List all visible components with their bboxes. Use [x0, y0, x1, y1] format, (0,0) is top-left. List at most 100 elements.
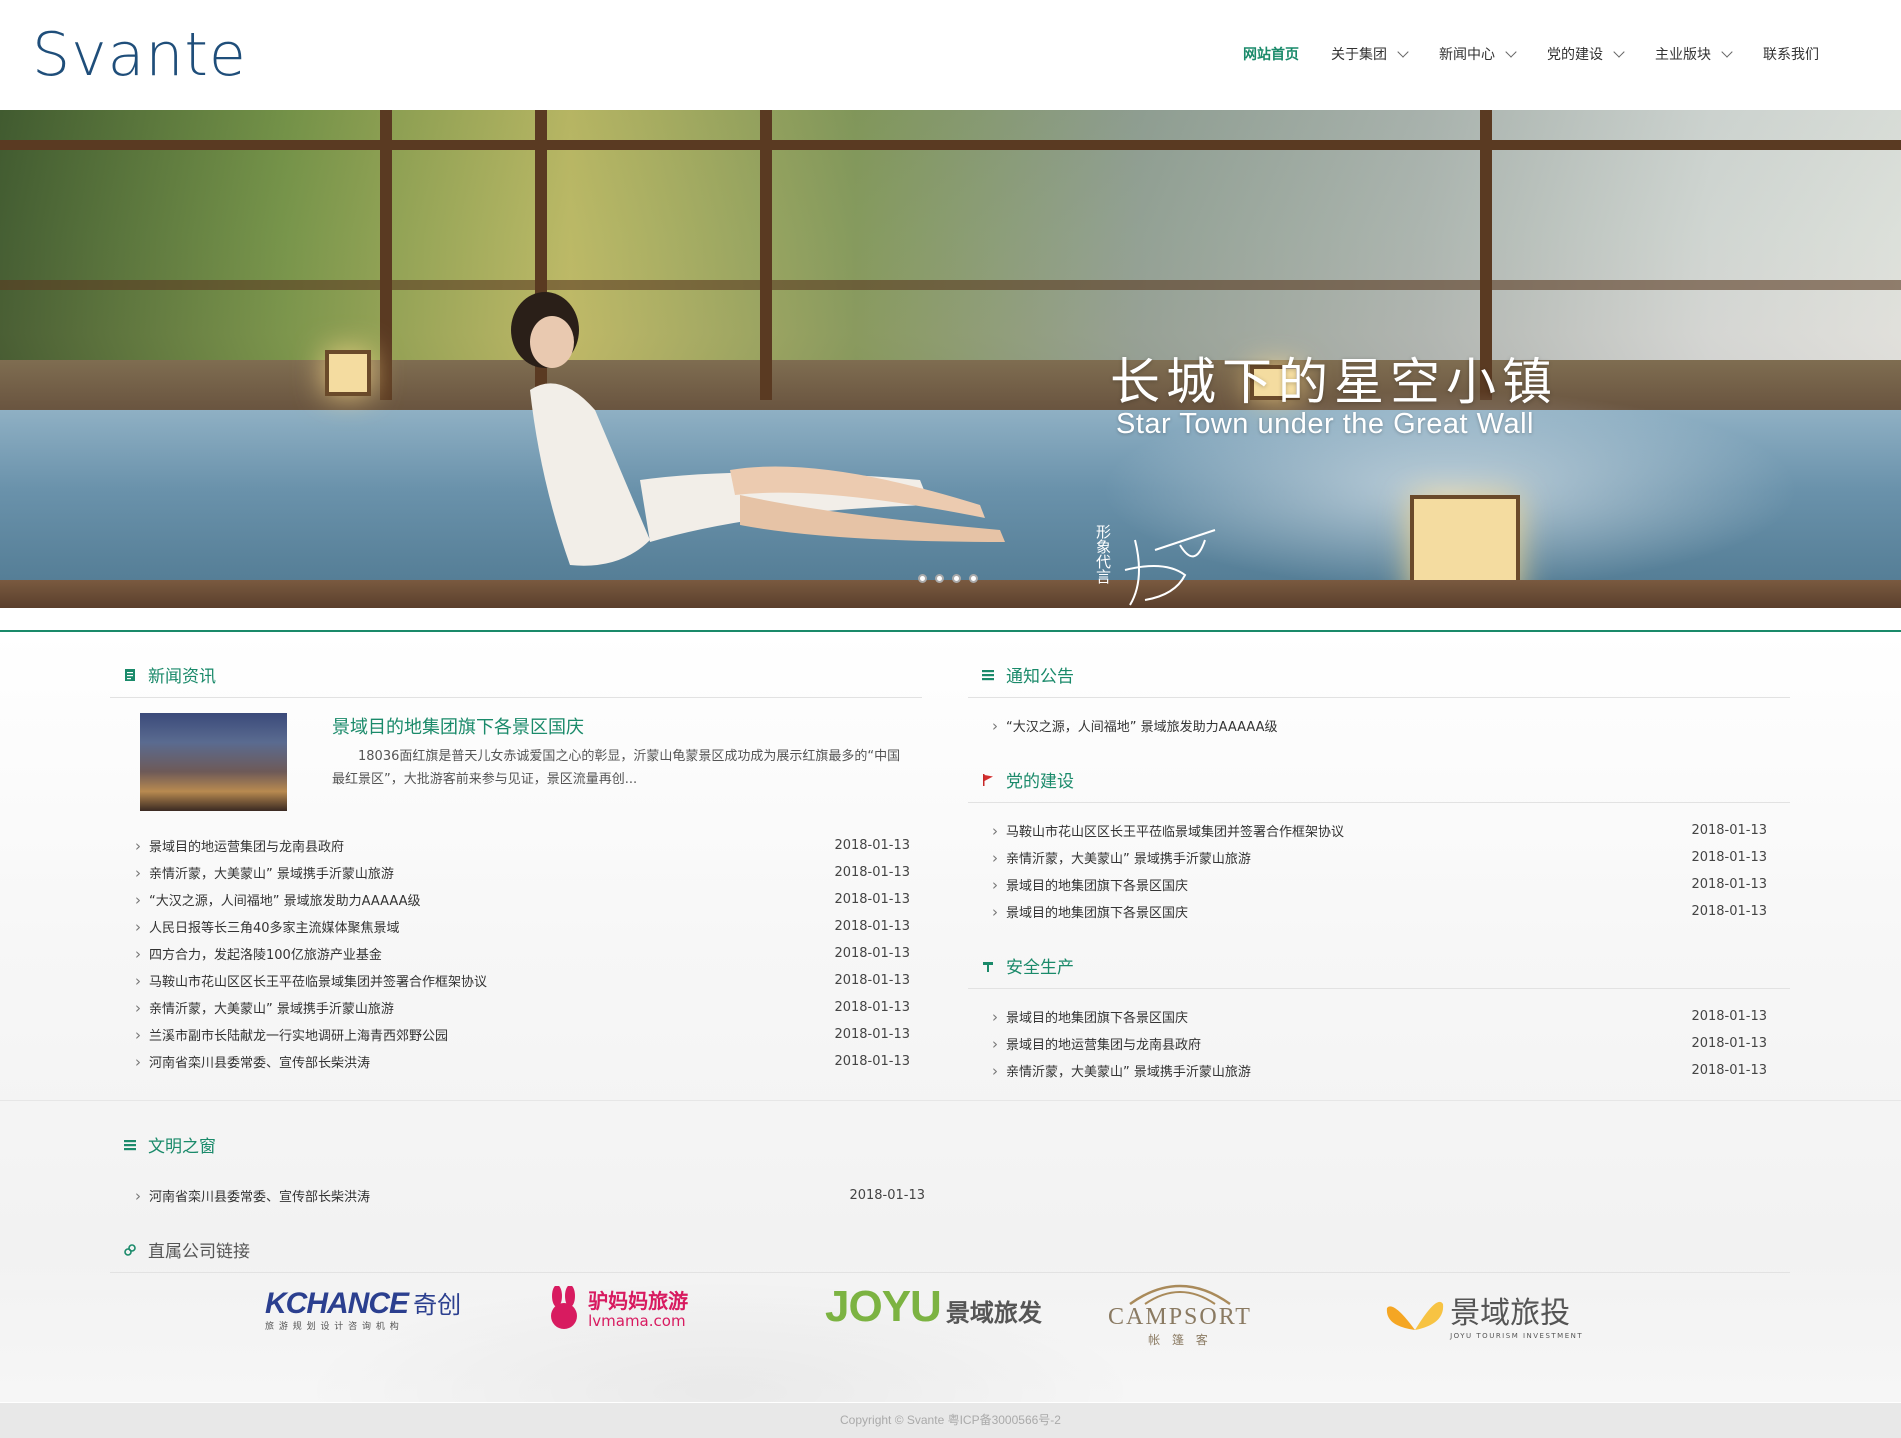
list-item-date: 2018-01-13: [1691, 1036, 1767, 1051]
list-icon: [124, 1139, 136, 1150]
list-item[interactable]: 亲情沂蒙，大美蒙山” 景域携手沂蒙山旅游 2018-01-13: [135, 859, 910, 886]
list-item-title[interactable]: 景域目的地集团旗下各景区国庆: [992, 1007, 1188, 1026]
list-item-title[interactable]: 马鞍山市花山区区长王平莅临景域集团并签署合作框架协议: [992, 821, 1344, 840]
featured-news-title[interactable]: 景域目的地集团旗下各景区国庆: [332, 713, 584, 739]
list-item-title[interactable]: “大汉之源，人间福地” 景域旅发助力AAAAA级: [992, 716, 1278, 735]
list-item[interactable]: 人民日报等长三角40多家主流媒体聚焦景域 2018-01-13: [135, 913, 910, 940]
slider-dot[interactable]: [969, 574, 978, 583]
list-item[interactable]: 亲情沂蒙，大美蒙山” 景域携手沂蒙山旅游 2018-01-13: [992, 844, 1767, 871]
nav-business[interactable]: 主业版块: [1655, 44, 1733, 64]
lvmama-logo-sub: lvmama.com: [588, 1312, 686, 1330]
list-item[interactable]: 河南省栾川县委常委、宣传部长柴洪涛 2018-01-13: [135, 1048, 910, 1075]
list-item-title[interactable]: 亲情沂蒙，大美蒙山” 景域携手沂蒙山旅游: [135, 998, 394, 1017]
slider-dot[interactable]: [935, 574, 944, 583]
safety-list: 景域目的地集团旗下各景区国庆 2018-01-13 景域目的地运营集团与龙南县政府 2…: [992, 1003, 1767, 1084]
partner-links: KCHANCE 奇创 旅 游 规 划 设 计 咨 询 机 构 驴妈妈旅游 lvm…: [220, 1280, 1620, 1370]
list-item[interactable]: 河南省栾川县委常委、宣传部长柴洪涛 2018-01-13: [135, 1182, 925, 1209]
list-item[interactable]: 马鞍山市花山区区长王平莅临景域集团并签署合作框架协议 2018-01-13: [992, 817, 1767, 844]
joyu-logo-text: JOYU: [825, 1282, 942, 1331]
section-divider: [0, 1100, 1901, 1101]
list-item[interactable]: 景域目的地集团旗下各景区国庆 2018-01-13: [992, 871, 1767, 898]
list-item-title[interactable]: 四方合力，发起洛陵100亿旅游产业基金: [135, 944, 382, 963]
chevron-down-icon: [1721, 45, 1733, 58]
list-item[interactable]: 亲情沂蒙，大美蒙山” 景域携手沂蒙山旅游 2018-01-13: [135, 994, 910, 1021]
rabbit-icon: [551, 1284, 577, 1329]
list-item[interactable]: “大汉之源，人间福地” 景域旅发助力AAAAA级: [992, 712, 1782, 739]
list-item-date: 2018-01-13: [1691, 1009, 1767, 1024]
party-section-title[interactable]: 党的建设: [982, 767, 1074, 792]
partner-lvmama[interactable]: 驴妈妈旅游 lvmama.com: [545, 1284, 689, 1330]
list-item-title[interactable]: 亲情沂蒙，大美蒙山” 景域携手沂蒙山旅游: [135, 863, 394, 882]
nav-contact[interactable]: 联系我们: [1763, 44, 1819, 64]
campsort-logo-text: CAMPSORT: [1108, 1304, 1252, 1330]
chevron-down-icon: [1613, 45, 1625, 58]
nav-about[interactable]: 关于集团: [1331, 44, 1409, 64]
slider-dot[interactable]: [918, 574, 927, 583]
list-item[interactable]: 兰溪市副市长陆献龙一行实地调研上海青西郊野公园 2018-01-13: [135, 1021, 910, 1048]
safety-section-title[interactable]: 安全生产: [982, 953, 1074, 978]
document-icon: [125, 668, 135, 681]
list-item-title[interactable]: 景域目的地运营集团与龙南县政府: [992, 1034, 1201, 1053]
window-frame: [380, 110, 392, 400]
campsort-logo-cn: 帐 篷 客: [1148, 1333, 1212, 1347]
main-nav: 网站首页 关于集团 新闻中心 党的建设 主业版块 联系我们: [1211, 44, 1819, 64]
list-item[interactable]: 亲情沂蒙，大美蒙山” 景域携手沂蒙山旅游 2018-01-13: [992, 1057, 1767, 1084]
list-item[interactable]: “大汉之源，人间福地” 景域旅发助力AAAAA级 2018-01-13: [135, 886, 910, 913]
list-item-date: 2018-01-13: [834, 919, 910, 934]
list-item[interactable]: 景域目的地集团旗下各景区国庆 2018-01-13: [992, 1003, 1767, 1030]
links-title-label: 直属公司链接: [148, 1242, 250, 1262]
list-item-title[interactable]: 河南省栾川县委常委、宣传部长柴洪涛: [135, 1052, 370, 1071]
list-item-title[interactable]: 景域目的地集团旗下各景区国庆: [992, 875, 1188, 894]
list-item[interactable]: 景域目的地运营集团与龙南县政府 2018-01-13: [992, 1030, 1767, 1057]
partner-joyu-investment[interactable]: 景域旅投 JOYU TOURISM INVESTMENT: [1385, 1288, 1583, 1340]
banner-mark-text: 形象代言: [1094, 524, 1112, 584]
list-item-title[interactable]: 亲情沂蒙，大美蒙山” 景域携手沂蒙山旅游: [992, 1061, 1251, 1080]
list-item-date: 2018-01-13: [834, 1000, 910, 1015]
list-item[interactable]: 景域目的地运营集团与龙南县政府 2018-01-13: [135, 832, 910, 859]
chevron-down-icon: [1397, 45, 1409, 58]
list-item-title[interactable]: 人民日报等长三角40多家主流媒体聚焦景域: [135, 917, 400, 936]
butterfly-icon: [1386, 1301, 1444, 1330]
list-item-date: 2018-01-13: [1691, 823, 1767, 838]
list-item[interactable]: 景域目的地集团旗下各景区国庆 2018-01-13: [992, 898, 1767, 925]
banner-title: 长城下的星空小镇: [1110, 353, 1558, 411]
list-item-title[interactable]: 景域目的地运营集团与龙南县政府: [135, 836, 344, 855]
divider: [110, 697, 922, 698]
list-item-title[interactable]: “大汉之源，人间福地” 景域旅发助力AAAAA级: [135, 890, 421, 909]
list-item-title[interactable]: 兰溪市副市长陆献龙一行实地调研上海青西郊野公园: [135, 1025, 448, 1044]
list-item-title[interactable]: 马鞍山市花山区区长王平莅临景域集团并签署合作框架协议: [135, 971, 487, 990]
lvmama-logo-text: 驴妈妈旅游: [588, 1289, 689, 1313]
list-item-title[interactable]: 景域目的地集团旗下各景区国庆: [992, 902, 1188, 921]
news-title-label: 新闻资讯: [148, 667, 216, 687]
civilization-section-title[interactable]: 文明之窗: [124, 1132, 216, 1157]
list-item[interactable]: 马鞍山市花山区区长王平莅临景域集团并签署合作框架协议 2018-01-13: [135, 967, 910, 994]
list-item-title[interactable]: 河南省栾川县委常委、宣传部长柴洪涛: [135, 1186, 370, 1205]
list-item-date: 2018-01-13: [849, 1188, 925, 1203]
safety-icon: [983, 961, 993, 972]
list-item-date: 2018-01-13: [1691, 1063, 1767, 1078]
slider-dot[interactable]: [952, 574, 961, 583]
list-item-date: 2018-01-13: [1691, 850, 1767, 865]
list-item-date: 2018-01-13: [834, 946, 910, 961]
list-item-date: 2018-01-13: [1691, 877, 1767, 892]
partner-kchance[interactable]: KCHANCE 奇创 旅 游 规 划 设 计 咨 询 机 构: [265, 1285, 461, 1332]
slider-dots: [918, 574, 978, 583]
divider: [968, 802, 1790, 803]
hero-banner[interactable]: 长城下的星空小镇 Star Town under the Great Wall …: [0, 110, 1901, 608]
partner-joyu[interactable]: JOYU 景域旅发: [825, 1282, 1042, 1332]
kchance-tagline: 旅 游 规 划 设 计 咨 询 机 构: [265, 1322, 400, 1332]
window-frame: [0, 140, 1901, 150]
notice-section-title[interactable]: 通知公告: [982, 662, 1074, 687]
nav-home[interactable]: 网站首页: [1243, 44, 1299, 64]
nav-news[interactable]: 新闻中心: [1439, 44, 1517, 64]
news-section-title[interactable]: 新闻资讯: [124, 662, 216, 687]
joyu-investment-logo-text: 景域旅投: [1450, 1296, 1571, 1331]
partner-campsort[interactable]: CAMPSORT 帐 篷 客: [1105, 1276, 1255, 1348]
list-item[interactable]: 四方合力，发起洛陵100亿旅游产业基金 2018-01-13: [135, 940, 910, 967]
featured-news-image[interactable]: [140, 713, 287, 811]
nav-party[interactable]: 党的建设: [1547, 44, 1625, 64]
site-logo[interactable]: Svante: [32, 20, 247, 90]
featured-news-summary: 18036面红旗是普天儿女赤诚爱国之心的彰显，沂蒙山龟蒙景区成功成为展示红旗最多…: [332, 749, 901, 787]
list-item-title[interactable]: 亲情沂蒙，大美蒙山” 景域携手沂蒙山旅游: [992, 848, 1251, 867]
list-item-date: 2018-01-13: [834, 1027, 910, 1042]
